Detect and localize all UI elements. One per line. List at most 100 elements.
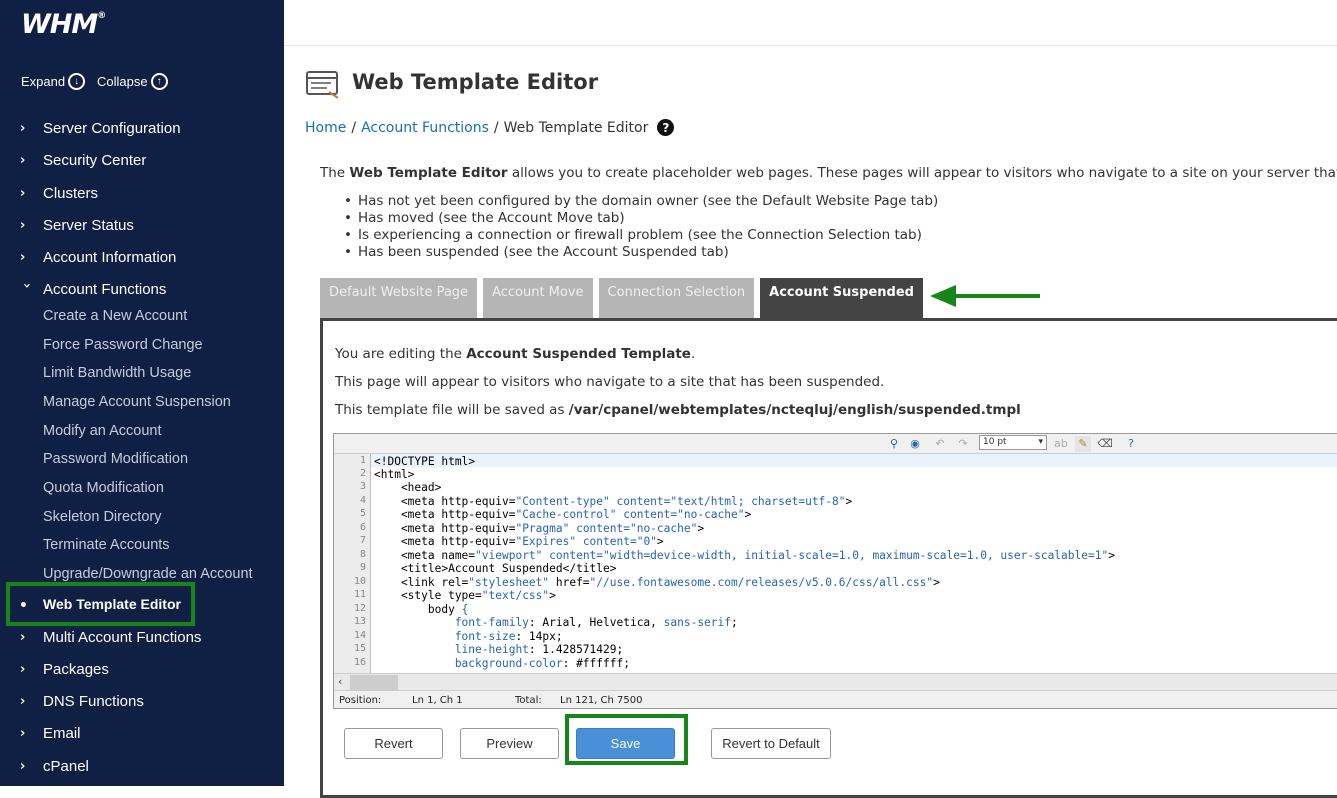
- help-icon[interactable]: ?: [657, 119, 675, 136]
- line-number: 9: [359, 562, 366, 573]
- sub-modify-account[interactable]: Modify an Account: [43, 423, 162, 439]
- status-position-label: Position:: [339, 695, 382, 706]
- code-line[interactable]: <meta http-equiv="Content-type" content=…: [374, 495, 852, 508]
- saved-pre: This template file will be saved as: [335, 402, 569, 418]
- revert-button[interactable]: Revert: [344, 728, 443, 759]
- saved-text: This template file will be saved as /var…: [335, 402, 1021, 418]
- intro-pre: The: [320, 165, 350, 181]
- code-line[interactable]: <html>: [374, 468, 414, 481]
- revert-to-default-button[interactable]: Revert to Default: [711, 728, 831, 759]
- scrollbar-thumb[interactable]: [350, 675, 398, 690]
- code-line[interactable]: background-color: #ffffff;: [374, 657, 630, 670]
- nav-label: Email: [43, 725, 81, 742]
- find-icon[interactable]: ⚲: [886, 436, 902, 452]
- sub-quota-modification[interactable]: Quota Modification: [43, 480, 164, 496]
- sub-manage-suspension[interactable]: Manage Account Suspension: [43, 394, 231, 410]
- code-token: : 1.428571429;: [528, 643, 624, 656]
- chevron-right-icon: ›: [20, 726, 26, 741]
- nav-email[interactable]: › Email: [20, 725, 81, 742]
- highlight-icon[interactable]: ✎: [1075, 436, 1091, 452]
- code-token: <meta http-equiv=: [374, 535, 516, 548]
- help-circle-icon[interactable]: ?: [1123, 436, 1139, 452]
- tab-account-suspended[interactable]: Account Suspended: [760, 278, 923, 318]
- code-token: background-color: [374, 657, 563, 670]
- code-line[interactable]: <meta http-equiv="Cache-control" content…: [374, 508, 751, 521]
- nav-server-configuration[interactable]: › Server Configuration: [20, 120, 181, 137]
- sub-upgrade-downgrade[interactable]: Upgrade/Downgrade an Account: [43, 566, 253, 582]
- horizontal-scrollbar[interactable]: ‹: [334, 673, 1337, 690]
- code-line[interactable]: <link rel="stylesheet" href="//use.fonta…: [374, 576, 940, 589]
- code-token: content=: [576, 535, 637, 548]
- code-token: "no-cache": [629, 522, 698, 535]
- highlight-box-active-item: [6, 582, 195, 626]
- nav-clusters[interactable]: › Clusters: [20, 185, 98, 202]
- breadcrumb-separator: /: [351, 119, 357, 136]
- redo-icon[interactable]: ↷: [955, 436, 971, 452]
- sub-limit-bandwidth[interactable]: Limit Bandwidth Usage: [43, 365, 191, 381]
- code-line[interactable]: line-height: 1.428571429;: [374, 643, 623, 656]
- breadcrumb-account-functions[interactable]: Account Functions: [361, 120, 489, 136]
- code-token: "text/html; charset=utf-8": [670, 495, 846, 508]
- tab-account-move[interactable]: Account Move: [483, 278, 593, 318]
- chevron-right-icon: ›: [20, 694, 26, 709]
- code-line[interactable]: font-family: Arial, Helvetica, sans-seri…: [374, 616, 738, 629]
- code-token: >: [933, 576, 940, 589]
- preview-button[interactable]: Preview: [460, 728, 559, 759]
- nav-label: Clusters: [43, 185, 99, 202]
- nav-cpanel[interactable]: › cPanel: [20, 758, 89, 775]
- code-line[interactable]: <meta name="viewport" content="width=dev…: [374, 549, 1115, 562]
- line-number: 3: [359, 481, 366, 492]
- code-line[interactable]: <title>Account Suspended</title>: [374, 562, 617, 575]
- tab-connection-selection[interactable]: Connection Selection: [598, 278, 755, 318]
- code-token: : Arial, Helvetica,: [528, 616, 664, 629]
- code-token: >: [549, 589, 556, 602]
- nav-account-functions[interactable]: › Account Functions: [19, 281, 166, 298]
- breadcrumb-home[interactable]: Home: [305, 120, 346, 136]
- nav-account-information[interactable]: › Account Information: [20, 249, 176, 266]
- nav-dns-functions[interactable]: › DNS Functions: [20, 693, 144, 710]
- code-line[interactable]: <style type="text/css">: [374, 589, 556, 602]
- scroll-left-icon[interactable]: ‹: [338, 675, 342, 688]
- code-token: <head>: [374, 481, 442, 494]
- sub-create-account[interactable]: Create a New Account: [43, 308, 187, 324]
- line-number: 13: [353, 616, 366, 627]
- nav-server-status[interactable]: › Server Status: [20, 217, 134, 234]
- code-editor[interactable]: ⚲ ◉ ↶ ↷ 10 pt ▾ ab ✎ ⌫ ? 1 2 3 4 5 6 7 8 …: [333, 433, 1337, 709]
- code-line[interactable]: <head>: [374, 481, 441, 494]
- sub-force-password-change[interactable]: Force Password Change: [43, 337, 203, 353]
- sub-terminate-accounts[interactable]: Terminate Accounts: [43, 537, 170, 553]
- status-position-value: Ln 1, Ch 1: [412, 695, 463, 706]
- nav-label: Packages: [43, 661, 109, 678]
- code-line[interactable]: font-size: 14px;: [374, 630, 563, 643]
- sub-skeleton-directory[interactable]: Skeleton Directory: [43, 509, 161, 525]
- list-item: Is experiencing a connection or firewall…: [344, 227, 938, 244]
- nav-multi-account-functions[interactable]: › Multi Account Functions: [20, 629, 201, 646]
- code-line[interactable]: body {: [374, 603, 468, 616]
- code-token: content=: [569, 522, 630, 535]
- replace-icon[interactable]: ◉: [907, 436, 923, 452]
- code-line[interactable]: <meta http-equiv="Pragma" content="no-ca…: [374, 522, 704, 535]
- chevron-right-icon: ›: [20, 153, 26, 168]
- expand-button[interactable]: Expand ↓: [21, 73, 86, 90]
- nav-security-center[interactable]: › Security Center: [20, 152, 146, 169]
- sub-password-modification[interactable]: Password Modification: [43, 451, 188, 467]
- collapse-button[interactable]: Collapse ↑: [97, 73, 168, 90]
- code-area[interactable]: <!DOCTYPE html> <html> <head> <meta http-…: [374, 454, 1337, 673]
- collapse-label: Collapse: [97, 74, 148, 89]
- font-size-select[interactable]: 10 pt ▾: [979, 435, 1047, 450]
- reset-icon[interactable]: ⌫: [1097, 436, 1113, 452]
- code-token: <style type=: [374, 589, 482, 602]
- undo-icon[interactable]: ↶: [932, 436, 948, 452]
- code-line[interactable]: <meta http-equiv="Expires" content="0">: [374, 535, 664, 548]
- whm-logo[interactable]: WHM®: [21, 9, 106, 40]
- top-bar: [284, 0, 1337, 46]
- chevron-right-icon: ›: [20, 218, 26, 233]
- code-token: <link rel=: [374, 576, 469, 589]
- saved-path: /var/cpanel/webtemplates/ncteqluj/englis…: [568, 402, 1021, 418]
- code-line[interactable]: <!DOCTYPE html>: [374, 455, 475, 468]
- syntax-icon[interactable]: ab: [1053, 436, 1069, 452]
- code-token: <title>Account Suspended</title>: [374, 562, 617, 575]
- tab-default-website-page[interactable]: Default Website Page: [320, 278, 478, 318]
- code-token: "viewport": [475, 549, 543, 562]
- nav-packages[interactable]: › Packages: [20, 661, 109, 678]
